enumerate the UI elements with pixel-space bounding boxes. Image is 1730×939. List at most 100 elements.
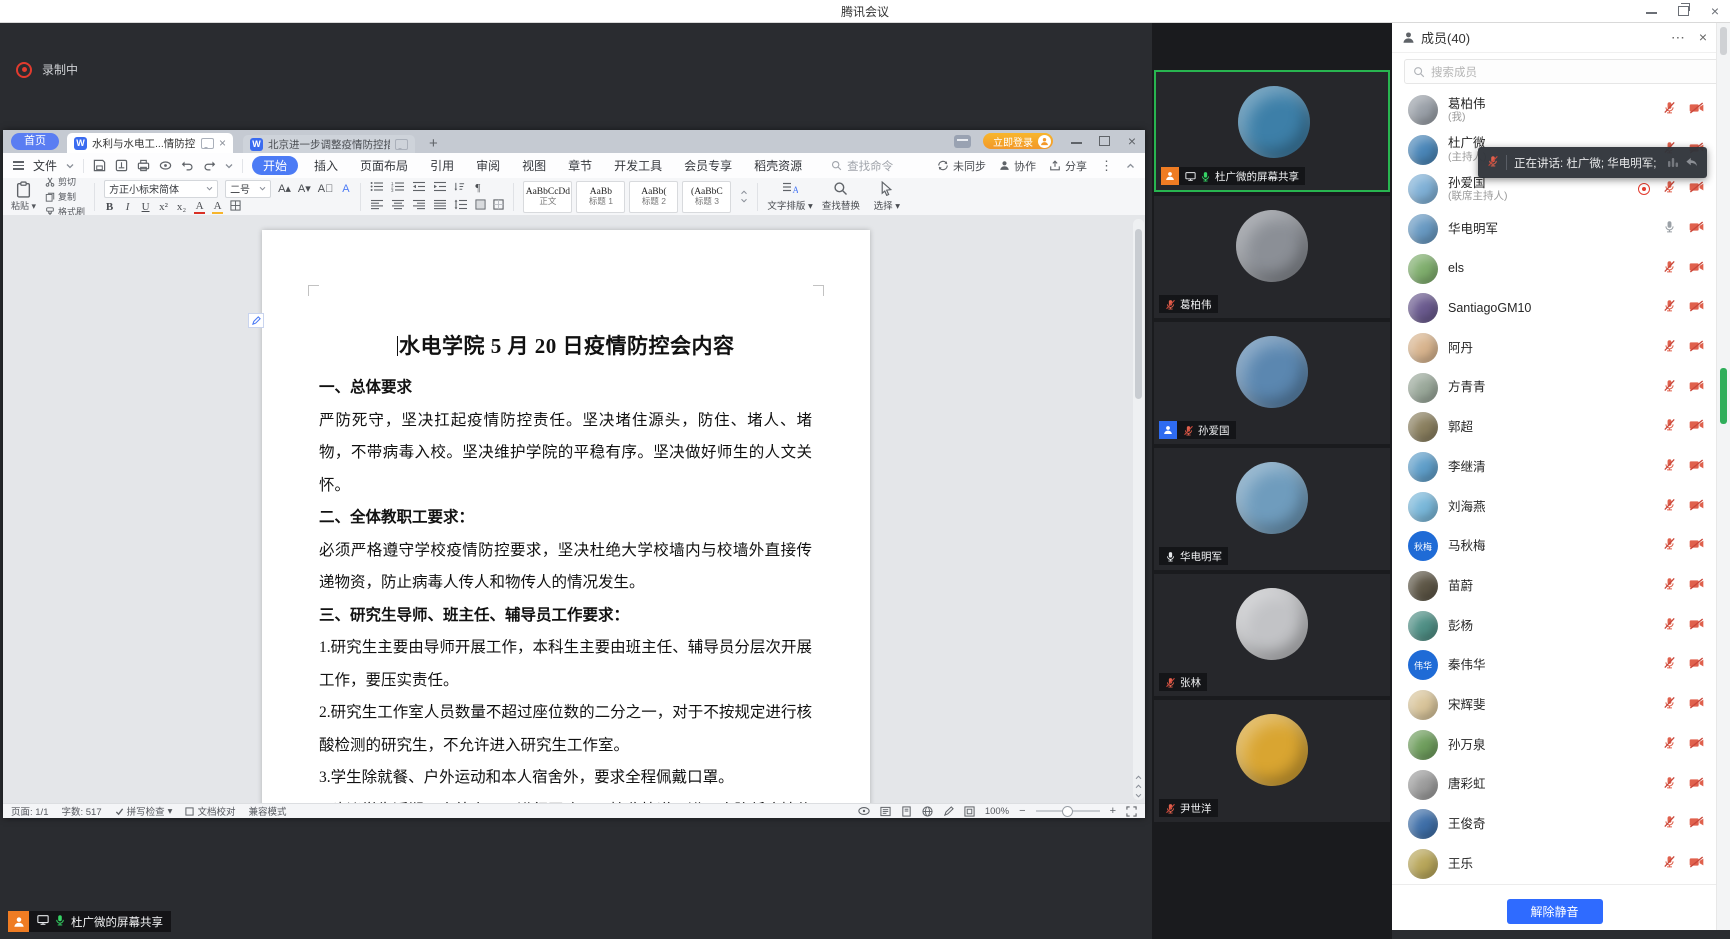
video-tile[interactable]: 尹世洋	[1154, 700, 1390, 822]
menu-tab-1[interactable]: 插入	[308, 156, 344, 175]
menu-tab-3[interactable]: 引用	[424, 156, 460, 175]
zoom-slider-knob[interactable]	[1062, 806, 1073, 817]
page-nav-buttons[interactable]	[1133, 775, 1144, 798]
text-effects-icon[interactable]: A	[340, 183, 351, 195]
bold-icon[interactable]: B	[104, 201, 115, 213]
menu-tab-2[interactable]: 页面布局	[354, 156, 414, 175]
proofread-toggle[interactable]: 文档校对	[185, 804, 235, 818]
member-camera-toggle[interactable]	[1689, 379, 1704, 397]
align-left-icon[interactable]	[370, 198, 384, 214]
member-camera-toggle[interactable]	[1689, 577, 1704, 595]
file-menu[interactable]: 文件	[33, 157, 57, 174]
fullscreen-icon[interactable]	[1126, 806, 1137, 817]
subscript-icon[interactable]: x₂	[176, 201, 187, 213]
member-mic-toggle[interactable]	[1663, 855, 1676, 873]
font-name-select[interactable]: 方正小标宋简体	[104, 180, 218, 198]
collapse-arrow-icon[interactable]	[1685, 157, 1698, 168]
member-camera-toggle[interactable]	[1689, 537, 1704, 555]
member-row[interactable]: 秋梅马秋梅	[1392, 527, 1717, 567]
member-mic-toggle[interactable]	[1663, 180, 1676, 198]
shrink-font-icon[interactable]: A▾	[298, 182, 311, 195]
paragraph-tool-icon[interactable]	[248, 313, 264, 328]
member-camera-toggle[interactable]	[1689, 101, 1704, 119]
mic-muted-icon[interactable]	[1487, 154, 1499, 172]
superscript-icon[interactable]: x²	[158, 201, 169, 213]
read-mode-icon[interactable]	[880, 806, 891, 817]
style-scroll-down-icon[interactable]	[740, 198, 748, 203]
video-tile[interactable]: 孙爱国	[1154, 322, 1390, 444]
more-options-icon[interactable]: ⋯	[1671, 30, 1685, 44]
increase-indent-icon[interactable]	[433, 180, 447, 196]
scrollbar-thumb[interactable]	[1720, 27, 1727, 55]
export-icon[interactable]	[115, 159, 128, 172]
members-scrollbar[interactable]	[1716, 22, 1730, 930]
copy-button[interactable]: 复制	[45, 190, 85, 203]
member-row[interactable]: 阿丹	[1392, 328, 1717, 368]
member-row[interactable]: 苗蔚	[1392, 566, 1717, 606]
wps-maximize-button[interactable]	[1097, 134, 1111, 148]
member-mic-toggle[interactable]	[1663, 537, 1676, 555]
close-button[interactable]: ×	[1708, 4, 1722, 18]
login-button[interactable]: 立即登录	[983, 133, 1053, 149]
new-tab-button[interactable]: +	[429, 136, 438, 151]
zoom-in-icon[interactable]: +	[1110, 805, 1116, 817]
decrease-indent-icon[interactable]	[412, 180, 426, 196]
member-camera-toggle[interactable]	[1689, 815, 1704, 833]
close-panel-icon[interactable]: ×	[1699, 30, 1707, 44]
member-row[interactable]: els	[1392, 249, 1717, 289]
numbered-list-icon[interactable]: 123	[391, 180, 405, 196]
sync-status[interactable]: 未同步	[937, 158, 986, 174]
video-tile[interactable]: 葛柏伟	[1154, 196, 1390, 318]
member-mic-toggle[interactable]	[1663, 458, 1676, 476]
wps-minimize-button[interactable]	[1069, 134, 1083, 148]
share-button[interactable]: 分享	[1049, 158, 1087, 174]
outline-mode-icon[interactable]	[943, 806, 954, 817]
align-right-icon[interactable]	[412, 198, 426, 214]
borders-icon[interactable]	[493, 199, 504, 213]
member-camera-toggle[interactable]	[1689, 180, 1704, 198]
menu-tab-6[interactable]: 章节	[562, 156, 598, 175]
character-border-icon[interactable]	[230, 200, 241, 214]
member-camera-toggle[interactable]	[1689, 736, 1704, 754]
menu-tab-8[interactable]: 会员专享	[678, 156, 738, 175]
member-row[interactable]: 伟华秦伟华	[1392, 646, 1717, 686]
video-tile[interactable]: 华电明军	[1154, 448, 1390, 570]
style-chip-1[interactable]: AaBb标题 1	[576, 181, 625, 213]
document-scrollbar[interactable]	[1133, 219, 1144, 800]
font-color-icon[interactable]: A	[194, 200, 205, 214]
select-button[interactable]: 选择 ▾	[869, 181, 905, 212]
fit-page-icon[interactable]	[964, 806, 975, 817]
redo-icon[interactable]	[203, 160, 216, 171]
member-mic-toggle[interactable]	[1663, 736, 1676, 754]
wps-home-tab[interactable]: 首页	[11, 133, 59, 150]
document-page[interactable]: 水电学院 5 月 20 日疫情防控会内容 一、总体要求严防死守，坚决扛起疫情防控…	[262, 230, 870, 804]
video-tile[interactable]: 杜广微的屏幕共享	[1154, 70, 1390, 192]
member-camera-toggle[interactable]	[1689, 339, 1704, 357]
member-mic-toggle[interactable]	[1663, 656, 1676, 674]
spellcheck-toggle[interactable]: 拼写检查 ▾	[115, 804, 173, 818]
style-scroll-up-icon[interactable]	[740, 190, 748, 195]
page-mode-icon[interactable]	[901, 806, 912, 817]
member-mic-toggle[interactable]	[1663, 776, 1676, 794]
member-mic-toggle[interactable]	[1663, 339, 1676, 357]
grow-font-icon[interactable]: A▴	[278, 182, 291, 195]
member-row[interactable]: 王俊奇	[1392, 804, 1717, 844]
member-mic-toggle[interactable]	[1663, 696, 1676, 714]
member-mic-toggle[interactable]	[1663, 299, 1676, 317]
member-mic-toggle[interactable]	[1663, 418, 1676, 436]
collaborate-button[interactable]: 协作	[999, 158, 1036, 174]
member-mic-toggle[interactable]	[1663, 379, 1676, 397]
web-mode-icon[interactable]	[922, 806, 933, 817]
member-camera-toggle[interactable]	[1689, 299, 1704, 317]
member-camera-toggle[interactable]	[1689, 656, 1704, 674]
show-marks-icon[interactable]: ¶	[472, 182, 483, 194]
member-row[interactable]: 彭杨	[1392, 606, 1717, 646]
member-row[interactable]: 宋辉斐	[1392, 685, 1717, 725]
member-mic-toggle[interactable]	[1663, 498, 1676, 516]
zoom-slider[interactable]	[1036, 810, 1100, 812]
message-icon[interactable]	[954, 135, 971, 148]
member-row[interactable]: 华电明军	[1392, 209, 1717, 249]
member-camera-toggle[interactable]	[1689, 220, 1704, 238]
style-chip-2[interactable]: AaBb(标题 2	[629, 181, 678, 213]
member-camera-toggle[interactable]	[1689, 418, 1704, 436]
